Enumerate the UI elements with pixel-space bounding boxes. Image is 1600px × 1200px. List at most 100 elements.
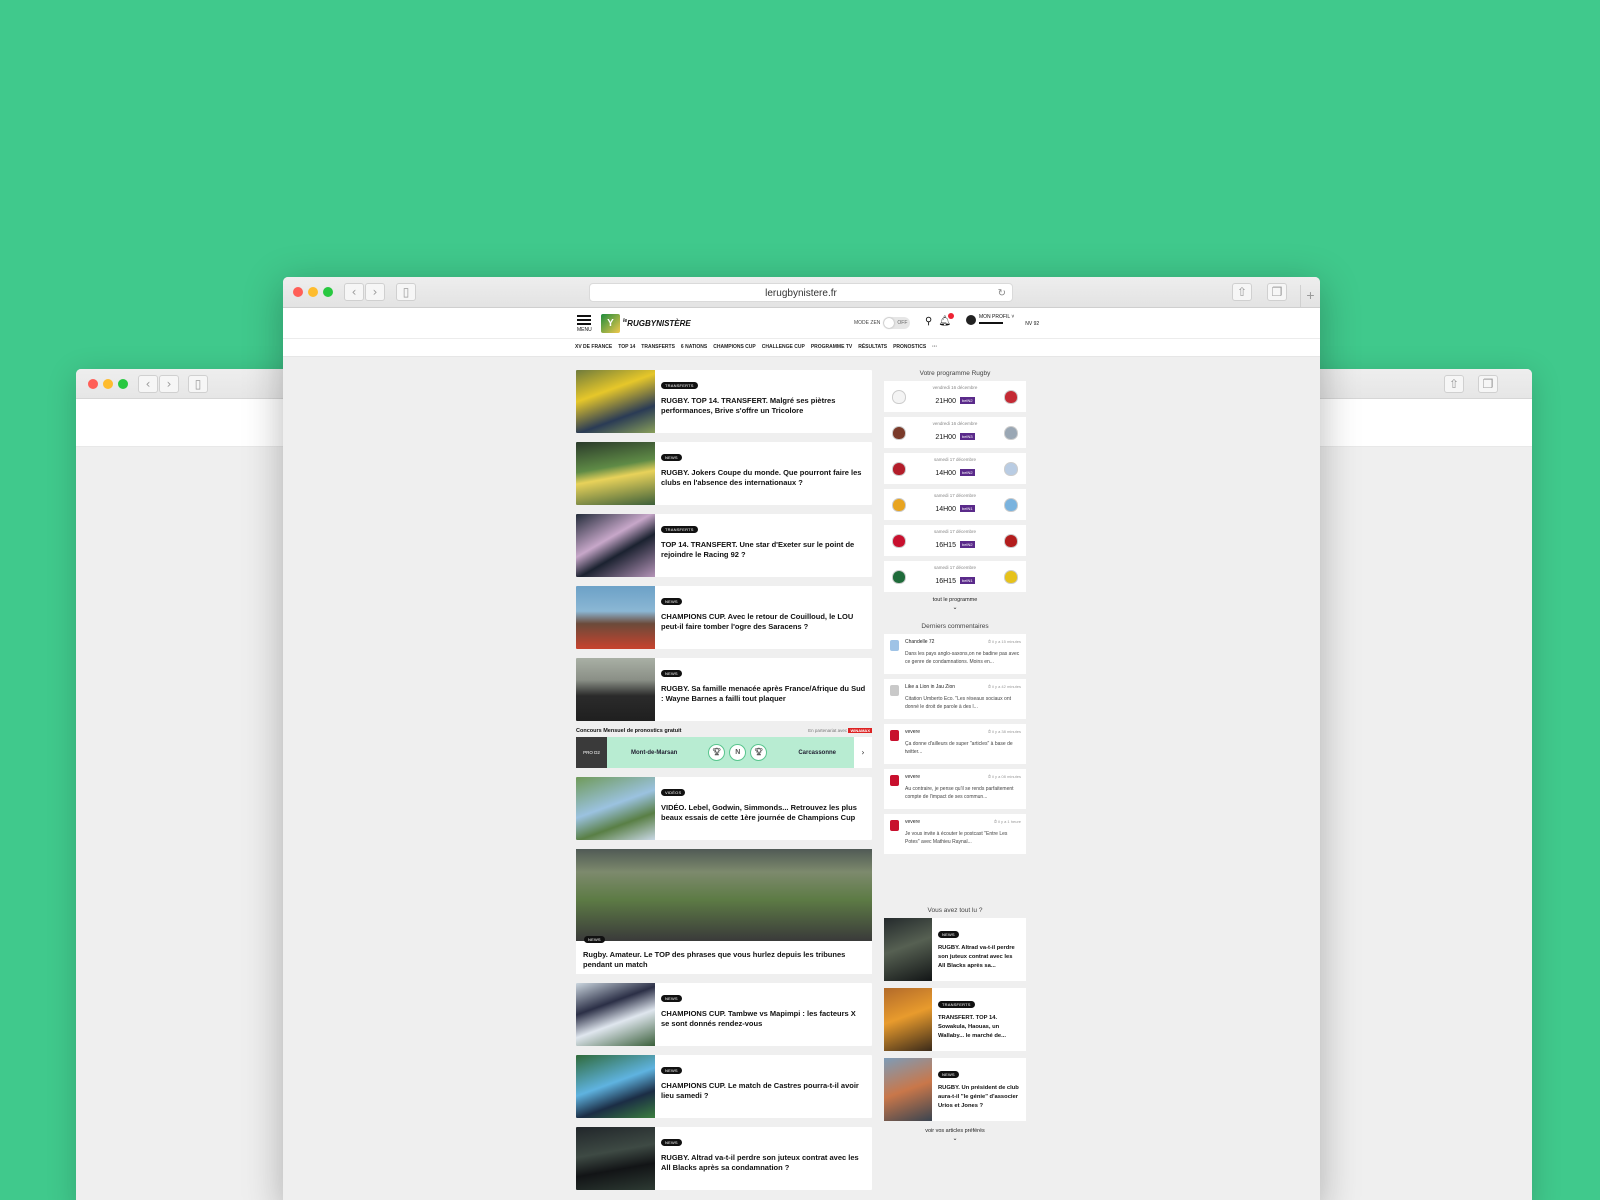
pick-away-trophy-icon[interactable]: 🏆︎: [750, 744, 768, 761]
prediction-widget[interactable]: PRO D2 Mont-de-Marsan 🏆︎ N 🏆︎ Carcassonn…: [576, 737, 872, 768]
search-icon[interactable]: ⚲: [925, 316, 932, 327]
avatar-icon: [966, 315, 976, 325]
close-dot-icon[interactable]: [88, 379, 98, 389]
away-team-crest-icon: [1004, 533, 1018, 548]
article-card[interactable]: VIDÉOS VIDÉO. Lebel, Godwin, Simmonds...…: [576, 777, 872, 840]
article-card[interactable]: NEWS CHAMPIONS CUP. Le match de Castres …: [576, 1055, 872, 1118]
article-thumbnail: [576, 1127, 655, 1190]
nav-champions-cup[interactable]: CHAMPIONS CUP: [713, 344, 756, 350]
sidebar-toggle-icon[interactable]: ▯: [396, 283, 416, 301]
match-row[interactable]: samedi 17 décembre 14H00 beIN1: [884, 489, 1026, 520]
nav-resultats[interactable]: RÉSULTATS: [858, 344, 887, 350]
article-card[interactable]: NEWS RUGBY. Altrad va-t-il perdre son ju…: [576, 1127, 872, 1190]
nav-transferts[interactable]: TRANSFERTS: [641, 344, 675, 350]
away-team-crest-icon: [1004, 497, 1018, 512]
zen-switch[interactable]: OFF: [883, 317, 911, 329]
comment-text: Au contraire, je pense qu'il se rends pa…: [905, 786, 1014, 800]
back-icon[interactable]: ‹: [138, 375, 158, 393]
article-title: RUGBY. TOP 14. TRANSFERT. Malgré ses piè…: [661, 396, 836, 415]
profile-menu[interactable]: MON PROFIL ˅ NV 92: [966, 314, 1039, 327]
maximize-dot-icon[interactable]: [118, 379, 128, 389]
article-card[interactable]: NEWS RUGBY. Jokers Coupe du monde. Que p…: [576, 442, 872, 505]
article-thumbnail: [576, 983, 655, 1046]
tabs-icon[interactable]: ❐: [1267, 283, 1287, 301]
contest-partner: En partenariat avec WINAMAX: [808, 728, 872, 733]
comment-item[interactable]: Chandelle 72 ⏱ il y a 15 minutes Dans les …: [884, 634, 1026, 674]
match-time: 21H00: [935, 398, 956, 405]
match-row[interactable]: vendredi 16 décembre 21H00 beIN2: [884, 381, 1026, 412]
featured-article-card[interactable]: NEWS Rugby. Amateur. Le TOP des phrases …: [576, 849, 872, 974]
chevron-down-icon: ⌄: [952, 1135, 958, 1142]
share-icon[interactable]: ⇧: [1232, 283, 1252, 301]
nav-xv-de-france[interactable]: XV DE FRANCE: [575, 344, 612, 350]
new-tab-icon[interactable]: +: [1300, 285, 1320, 308]
zen-mode-toggle[interactable]: MODE ZEN OFF: [854, 317, 911, 329]
nav-more-icon[interactable]: ···: [932, 344, 937, 350]
forward-icon[interactable]: ›: [159, 375, 179, 393]
comment-item[interactable]: vevere ⏱ il y a 1 heure Je vous invite à é…: [884, 814, 1026, 854]
close-dot-icon[interactable]: [293, 287, 303, 297]
pick-draw-button[interactable]: N: [729, 744, 747, 761]
minimize-dot-icon[interactable]: [103, 379, 113, 389]
article-title: CHAMPIONS CUP. Tambwe vs Mapimpi : les f…: [661, 1009, 856, 1028]
article-card[interactable]: NEWS RUGBY. Sa famille menacée après Fra…: [576, 658, 872, 721]
tv-channel: beIN1: [959, 577, 975, 584]
match-row[interactable]: samedi 17 décembre 14H00 beIN2: [884, 453, 1026, 484]
site-logo[interactable]: Y leRUGBYNISTÈRE: [601, 312, 691, 334]
comment-user[interactable]: vevere: [905, 819, 920, 825]
comment-time: ⏱ il y a 15 minutes: [987, 639, 1021, 644]
contest-header: Concours Mensuel de pronostics gratuit E…: [576, 728, 872, 734]
match-row[interactable]: vendredi 16 décembre 21H00 beIN3: [884, 417, 1026, 448]
comment-user[interactable]: Chandelle 72: [905, 639, 934, 645]
share-icon[interactable]: ⇧: [1444, 375, 1464, 393]
match-row[interactable]: samedi 17 décembre 16H15 beIN2: [884, 525, 1026, 556]
comment-item[interactable]: Like a Lion in Jau Zion ⏱ il y a 42 minut…: [884, 679, 1026, 719]
comment-item[interactable]: vevere ⏱ il y a 38 minutes Ça donne d'aill…: [884, 724, 1026, 764]
read-title: Vous avez tout lu ?: [927, 907, 983, 914]
nav-challenge-cup[interactable]: CHALLENGE CUP: [762, 344, 805, 350]
suggested-article[interactable]: NEWS RUGBY. Altrad va-t-il perdre son ju…: [884, 918, 1026, 981]
match-date: samedi 17 décembre: [933, 457, 977, 462]
suggested-article[interactable]: TRANSFERTS TRANSFERT. TOP 14. Sowakula, …: [884, 988, 1026, 1051]
sidebar-toggle-icon[interactable]: ▯: [188, 375, 208, 393]
club-shield-icon: [890, 820, 899, 831]
suggested-article[interactable]: NEWS RUGBY. Un président de club aura-t-…: [884, 1058, 1026, 1121]
article-feed: TRANSFERTS RUGBY. TOP 14. TRANSFERT. Mal…: [576, 370, 872, 1199]
nav-programme-tv[interactable]: PROGRAMME TV: [811, 344, 852, 350]
article-card[interactable]: TRANSFERTS RUGBY. TOP 14. TRANSFERT. Mal…: [576, 370, 872, 433]
pick-home-trophy-icon[interactable]: 🏆︎: [708, 744, 726, 761]
maximize-dot-icon[interactable]: [323, 287, 333, 297]
program-more-link[interactable]: tout le programme ⌄: [884, 597, 1026, 611]
article-card[interactable]: NEWS CHAMPIONS CUP. Avec le retour de Co…: [576, 586, 872, 649]
nav-top-14[interactable]: TOP 14: [618, 344, 635, 350]
category-badge: NEWS: [661, 1139, 682, 1146]
home-team: Mont-de-Marsan: [631, 749, 678, 756]
back-icon[interactable]: ‹: [344, 283, 364, 301]
notification-bell-icon[interactable]: 🔔︎: [938, 313, 955, 327]
reload-icon[interactable]: ↻: [998, 284, 1006, 303]
comment-item[interactable]: vevere ⏱ il y a 08 minutes Au contraire, j…: [884, 769, 1026, 809]
category-badge: TRANSFERTS: [661, 382, 698, 389]
comment-user[interactable]: vevere: [905, 774, 920, 780]
comment-user[interactable]: vevere: [905, 729, 920, 735]
nav-6-nations[interactable]: 6 NATIONS: [681, 344, 707, 350]
away-team: Carcassonne: [798, 749, 836, 756]
address-bar[interactable]: lerugbynistere.fr ↻: [589, 283, 1013, 302]
tabs-icon[interactable]: ❐: [1478, 375, 1498, 393]
nav-pronostics[interactable]: PRONOSTICS: [893, 344, 926, 350]
chevron-right-icon[interactable]: ›: [854, 748, 872, 757]
league-label: PRO D2: [576, 737, 607, 768]
tv-channel: beIN2: [959, 541, 975, 548]
club-shield-icon: [890, 685, 899, 696]
minimize-dot-icon[interactable]: [308, 287, 318, 297]
notification-dot: [948, 313, 955, 319]
article-card[interactable]: NEWS CHAMPIONS CUP. Tambwe vs Mapimpi : …: [576, 983, 872, 1046]
article-card[interactable]: TRANSFERTS TOP 14. TRANSFERT. Une star d…: [576, 514, 872, 577]
menu-button[interactable]: MENU: [577, 315, 592, 333]
site-header: MENU Y leRUGBYNISTÈRE MODE ZEN OFF ⚲ 🔔︎ …: [283, 308, 1320, 339]
match-row[interactable]: samedi 17 décembre 16H15 beIN1: [884, 561, 1026, 592]
comments-title: Derniers commentaires: [921, 623, 989, 630]
favorites-link[interactable]: voir vos articles préférés ⌄: [884, 1128, 1026, 1142]
comment-user[interactable]: Like a Lion in Jau Zion: [905, 684, 955, 690]
forward-icon[interactable]: ›: [365, 283, 385, 301]
